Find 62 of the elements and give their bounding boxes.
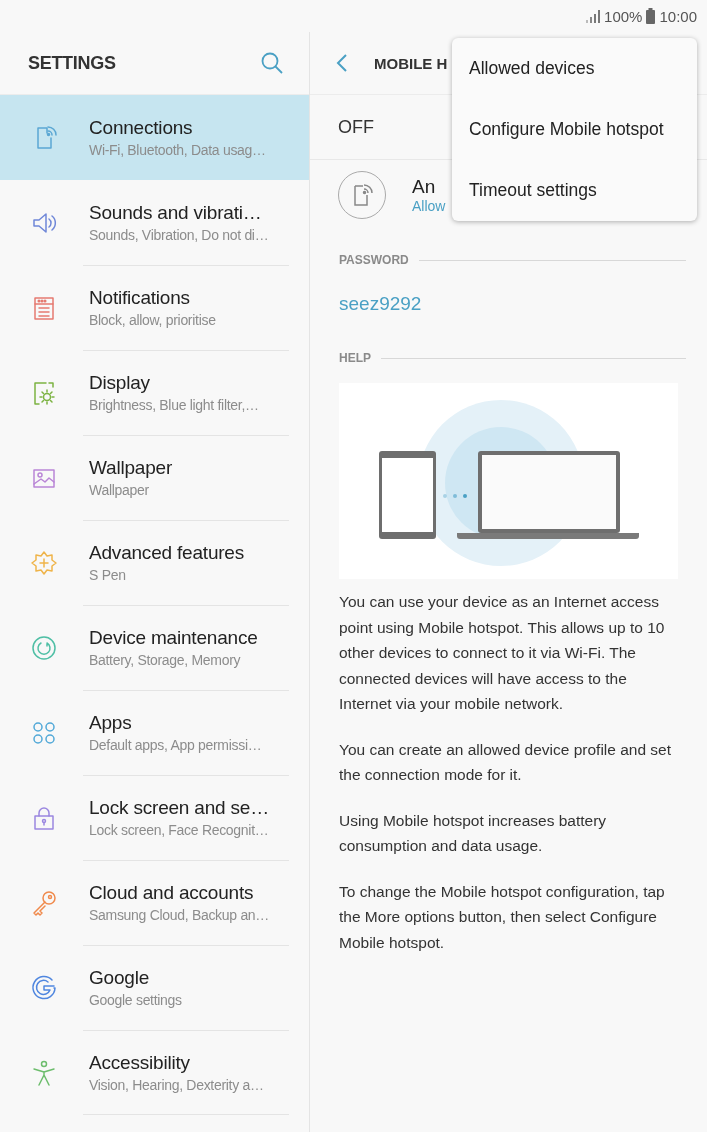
- network-subtitle: Allow: [412, 198, 446, 214]
- password-value: seez9292: [339, 293, 423, 315]
- puzzle-plus-icon: [30, 548, 58, 577]
- item-subtitle: Lock screen, Face Recognit…: [89, 822, 269, 838]
- item-subtitle: Google settings: [89, 992, 182, 1008]
- battery-percentage: 100%: [604, 7, 643, 25]
- signal-icon: [586, 9, 601, 23]
- item-subtitle: Default apps, App permissi…: [89, 737, 262, 753]
- item-title: Apps: [89, 712, 133, 734]
- item-title: Device maintenance: [89, 627, 258, 649]
- item-title: Lock screen and se…: [89, 797, 269, 819]
- help-paragraph: To change the Mobile hotspot configuration, tap the More options button, then select Configure Mobile hotspot.: [339, 881, 666, 953]
- settings-item[interactable]: Connections Wi-Fi, Bluetooth, Data usag…: [0, 95, 309, 180]
- settings-item[interactable]: Display Brightness, Blue light filter,…: [0, 350, 309, 435]
- network-name: An: [412, 176, 437, 198]
- settings-item[interactable]: Notifications Block, allow, prioritise: [0, 265, 309, 350]
- item-title: Accessibility: [89, 1052, 191, 1074]
- settings-item[interactable]: Wallpaper Wallpaper: [0, 435, 309, 520]
- accessibility-icon: [30, 1058, 58, 1087]
- settings-item[interactable]: Device maintenance Battery, Storage, Memory: [0, 605, 309, 690]
- item-subtitle: Wi-Fi, Bluetooth, Data usag…: [89, 142, 266, 158]
- item-title: Connections: [89, 117, 194, 139]
- search-icon[interactable]: [261, 52, 283, 74]
- help-paragraph: Using Mobile hotspot increases battery consumption and data usage.: [339, 810, 608, 856]
- battery-icon: [646, 8, 656, 24]
- settings-item[interactable]: Sounds and vibrati… Sounds, Vibration, Do not di…: [0, 180, 309, 265]
- google-g-icon: [30, 973, 58, 1002]
- settings-item[interactable]: Cloud and accounts Samsung Cloud, Backup an…: [0, 860, 309, 945]
- item-title: Google: [89, 967, 151, 989]
- item-subtitle: Battery, Storage, Memory: [89, 652, 242, 668]
- menu-item[interactable]: Allowed devices: [452, 38, 697, 99]
- item-subtitle: Wallpaper: [89, 482, 150, 498]
- item-title: Wallpaper: [89, 457, 173, 479]
- switch-label: OFF: [338, 116, 374, 138]
- item-subtitle: S Pen: [89, 567, 127, 583]
- item-subtitle: Vision, Hearing, Dexterity a…: [89, 1077, 264, 1093]
- item-title: Display: [89, 372, 151, 394]
- settings-item[interactable]: Lock screen and se… Lock screen, Face Recognit…: [0, 775, 309, 860]
- help-paragraph: You can create an allowed device profile and set the connection mode for it.: [339, 739, 673, 785]
- section-header: HELP: [339, 351, 371, 365]
- item-subtitle: Brightness, Blue light filter,…: [89, 397, 259, 413]
- menu-item[interactable]: Configure Mobile hotspot: [452, 99, 697, 160]
- item-title: Advanced features: [89, 542, 245, 564]
- key-icon: [30, 888, 58, 917]
- item-subtitle: Sounds, Vibration, Do not di…: [89, 227, 269, 243]
- help-paragraph: You can use your device as an Internet access point using Mobile hotspot. This allows up to 10 other devices to connect to it via Wi-Fi. The connected devices will have access to the Internet via your mobile network.: [339, 592, 666, 714]
- refresh-ring-icon: [30, 633, 58, 662]
- menu-item[interactable]: Timeout settings: [452, 160, 697, 221]
- item-subtitle: Block, allow, prioritise: [89, 312, 216, 328]
- item-title: Sounds and vibrati…: [89, 202, 263, 224]
- item-subtitle: Samsung Cloud, Backup an…: [89, 907, 270, 923]
- section-header: PASSWORD: [339, 253, 409, 267]
- settings-item[interactable]: Accessibility Vision, Hearing, Dexterity a…: [0, 1030, 309, 1115]
- back-icon[interactable]: [336, 53, 348, 73]
- settings-item[interactable]: Google Google settings: [0, 945, 309, 1030]
- item-title: Cloud and accounts: [89, 882, 255, 904]
- settings-title: SETTINGS: [28, 52, 116, 74]
- settings-item[interactable]: Apps Default apps, App permissi…: [0, 690, 309, 775]
- clock: 10:00: [659, 7, 697, 25]
- page-title: MOBILE H: [374, 54, 448, 72]
- item-title: Notifications: [89, 287, 191, 309]
- settings-item[interactable]: Advanced features S Pen: [0, 520, 309, 605]
